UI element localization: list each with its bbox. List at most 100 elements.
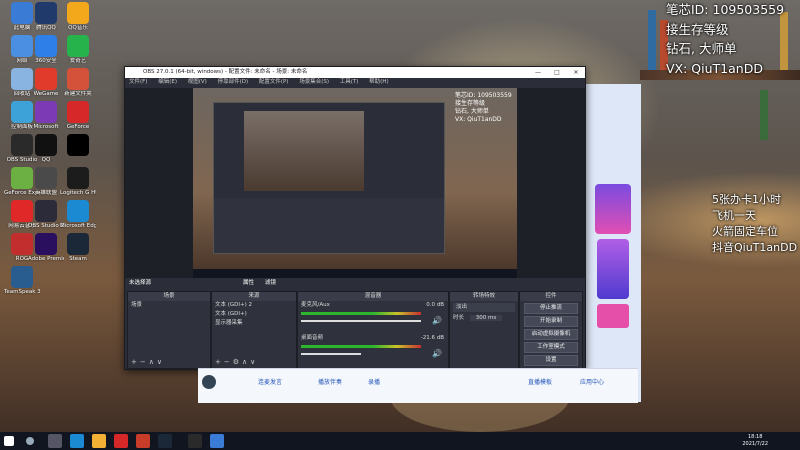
menu-docks[interactable]: 停靠部件(D) [218, 79, 249, 85]
obs-taskbar-icon[interactable] [188, 434, 202, 448]
overlay-line: 火箭固定车位 [712, 225, 778, 238]
mixer-dock-title: 混音器 [298, 292, 448, 301]
desktop-shortcut-label: OBS Studio 2 [28, 223, 64, 229]
menu-profile[interactable]: 配置文件(P) [259, 79, 289, 85]
speaker-icon[interactable]: 🔊 [432, 316, 442, 325]
studio-mode-button[interactable]: 工作室模式 [524, 342, 578, 353]
nested-obs-preview [213, 102, 445, 254]
desktop-shortcut[interactable]: 360安全 [28, 35, 64, 64]
channel-db: -21.6 dB [420, 335, 444, 341]
menu-edit[interactable]: 编辑(E) [158, 79, 177, 85]
live-template-button[interactable]: 直播模板 [528, 377, 552, 386]
virtual-camera-button[interactable]: 启动虚拟摄像机 [524, 329, 578, 340]
preview-overlay-line: 钻石, 大师单 [455, 108, 489, 115]
volume-slider[interactable] [301, 353, 361, 355]
desktop-shortcut-label: 英雄联盟 [34, 190, 57, 196]
taskbar-clock[interactable]: 18:18 2021/7/22 [742, 434, 768, 448]
minimize-button[interactable]: — [529, 67, 547, 78]
obs-preview-area[interactable]: 笔芯ID: 109503559 接生存等级 钻石, 大师单 VX: QiuT1a… [125, 88, 585, 278]
speaker-icon[interactable]: 🔊 [432, 349, 442, 358]
scenes-toolbar[interactable]: +−∧∨ [131, 358, 165, 366]
clock-date: 2021/7/22 [742, 441, 768, 447]
book [648, 10, 656, 70]
app-taskbar-icon[interactable] [136, 434, 150, 448]
source-item[interactable]: 文本 (GDI+) 2 [212, 301, 296, 310]
wegame-icon [35, 68, 57, 90]
menu-file[interactable]: 文件(F) [129, 79, 147, 85]
clock-time: 18:18 [747, 434, 763, 440]
recording-button[interactable]: 录播 [368, 377, 380, 386]
desktop-shortcut[interactable]: Logitech G HUB [60, 167, 96, 196]
desktop-shortcut[interactable]: 腾讯QQ [28, 2, 64, 31]
desktop-shortcut-label: QQ音乐 [68, 25, 88, 31]
search-icon[interactable] [26, 437, 34, 445]
security-shield-icon [35, 35, 57, 57]
volume-slider[interactable] [301, 320, 421, 322]
desktop-shortcut[interactable]: WeGame [28, 68, 64, 97]
live-app-side-panel [584, 84, 641, 402]
desktop-shortcut-label: 腾讯QQ [36, 25, 56, 31]
desktop-shortcut[interactable]: QQ音乐 [60, 2, 96, 31]
desktop-shortcut[interactable]: Steam [60, 233, 96, 262]
desktop-shortcut[interactable]: GeForce [60, 101, 96, 130]
windows-start-icon[interactable] [4, 436, 14, 446]
nested-canvas [244, 111, 364, 191]
sources-dock: 来源 文本 (GDI+) 2 文本 (GDI+) 显示器采集 +−⚙∧∨ [211, 291, 297, 369]
obs-title: OBS 27.0.1 (64-bit, windows) - 配置文件: 未命名… [143, 69, 308, 75]
preview-overlay-line: VX: QiuT1anDD [455, 116, 502, 123]
desktop-shortcut[interactable]: Microsoft [28, 101, 64, 130]
start-recording-button[interactable]: 开始录制 [524, 316, 578, 327]
play-music-button[interactable]: 播放伴奏 [318, 377, 342, 386]
gift-button[interactable] [597, 304, 629, 328]
explorer-taskbar-icon[interactable] [92, 434, 106, 448]
channel-db: 0.0 dB [426, 302, 444, 308]
desktop-shortcut[interactable]: QQ [28, 134, 64, 163]
live-app-taskbar-icon[interactable] [210, 434, 224, 448]
preview-canvas[interactable]: 笔芯ID: 109503559 接生存等级 钻石, 大师单 VX: QiuT1a… [193, 88, 517, 278]
menu-tools[interactable]: 工具(T) [340, 79, 359, 85]
transition-select[interactable]: 淡出 [453, 303, 515, 312]
properties-button[interactable]: 属性 [243, 278, 254, 288]
preview-taskbar [193, 269, 517, 278]
app-taskbar-icon[interactable] [114, 434, 128, 448]
desktop-shortcut[interactable]: Microsoft Edge [60, 200, 96, 229]
close-button[interactable]: ✕ [567, 67, 585, 78]
menu-scene-collection[interactable]: 场景集合(S) [299, 79, 329, 85]
source-item[interactable]: 显示器采集 [212, 319, 296, 328]
settings-button[interactable]: 设置 [524, 355, 578, 366]
scene-item[interactable]: 场景 [128, 301, 210, 310]
desktop-shortcut[interactable]: 新建文件夹 [60, 68, 96, 97]
qq-game-icon [67, 2, 89, 24]
steam-taskbar-icon[interactable] [158, 434, 172, 448]
task-view-icon[interactable] [48, 434, 62, 448]
scenes-dock-title: 场景 [128, 292, 210, 301]
app-center-button[interactable]: 应用中心 [580, 377, 604, 386]
desktop-shortcut[interactable]: OBS Studio 2 [28, 200, 64, 229]
desktop-shortcut[interactable] [60, 134, 96, 157]
price-info-overlay: 5张办卡1小时 飞机一天 火箭固定车位 抖音QiuT1anDD [712, 192, 797, 256]
promo-banner[interactable] [595, 184, 631, 234]
gift-card[interactable] [597, 239, 629, 299]
source-item[interactable]: 文本 (GDI+) [212, 310, 296, 319]
edge-taskbar-icon[interactable] [70, 434, 84, 448]
filters-button[interactable]: 滤镜 [265, 278, 276, 288]
streamer-info-overlay: 笔芯ID: 109503559 接生存等级 钻石, 大师单 VX: QiuT1a… [666, 0, 784, 78]
mixer-channel: 麦克风/Aux 0.0 dB 🔊 [298, 301, 448, 334]
menu-help[interactable]: 帮助(H) [369, 79, 388, 85]
avatar[interactable] [202, 375, 216, 389]
desktop-shortcut[interactable]: Adobe Premiere [28, 233, 64, 262]
desktop-shortcut[interactable]: TeamSpeak 3 [4, 266, 40, 295]
preview-overlay-line: 笔芯ID: 109503559 [455, 92, 512, 99]
duration-input[interactable]: 300 ms [469, 315, 503, 321]
menu-view[interactable]: 视图(V) [188, 79, 207, 85]
desktop-shortcut[interactable]: 英雄联盟 [28, 167, 64, 196]
sources-toolbar[interactable]: +−⚙∧∨ [215, 358, 258, 366]
stop-stream-button[interactable]: 停止推流 [524, 303, 578, 314]
overlay-line: 接生存等级 [666, 21, 729, 37]
desktop-shortcut[interactable]: 爱奇艺 [60, 35, 96, 64]
premiere-icon [35, 233, 57, 255]
maximize-button[interactable]: □ [548, 67, 566, 78]
voice-chat-button[interactable]: 连麦发言 [258, 377, 282, 386]
desktop-shortcut-label: 爱奇艺 [69, 58, 87, 64]
volume-meter [301, 312, 421, 315]
